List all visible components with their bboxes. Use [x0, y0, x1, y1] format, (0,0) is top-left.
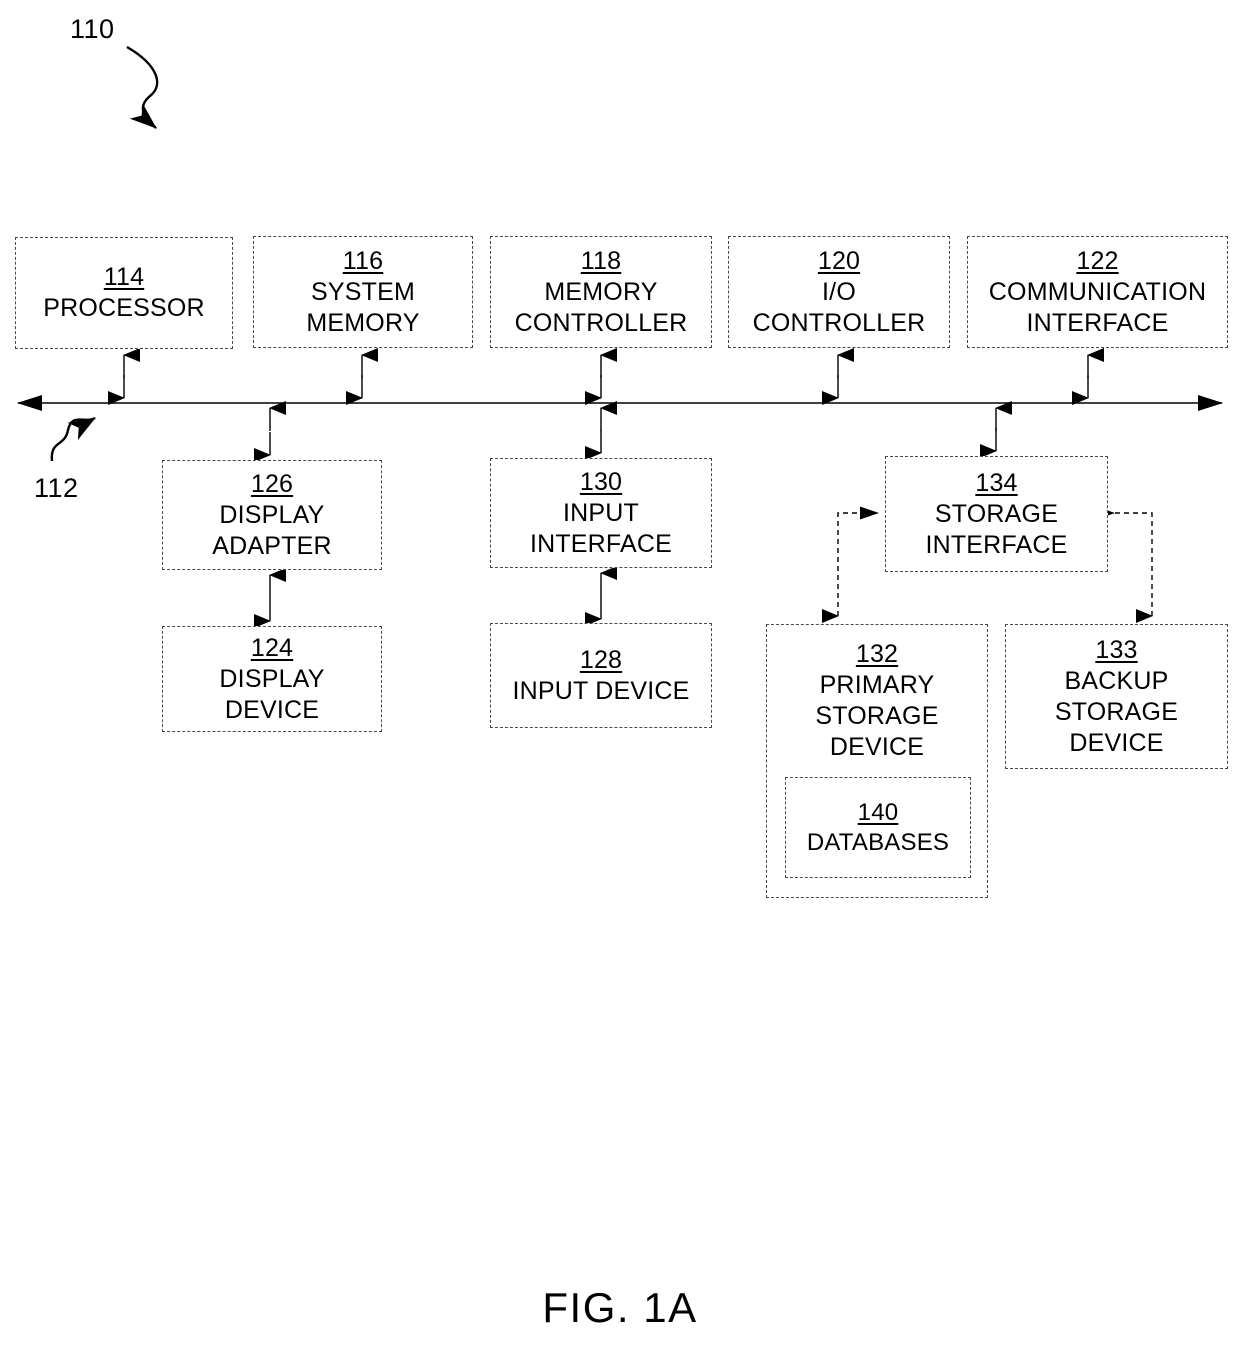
block-ref-126: 126 — [250, 469, 294, 498]
block-label-backup-storage-device: BACKUP STORAGE DEVICE — [1054, 666, 1179, 757]
block-ref-134: 134 — [975, 468, 1018, 497]
lead-line-112 — [50, 416, 96, 462]
block-label-display-adapter: DISPLAY ADAPTER — [212, 500, 332, 560]
block-storage-interface[interactable]: 134 STORAGE INTERFACE — [885, 456, 1108, 572]
block-ref-114: 114 — [103, 263, 145, 291]
block-backup-storage-device[interactable]: 133 BACKUP STORAGE DEVICE — [1005, 624, 1228, 769]
reference-tag-112: 112 — [34, 473, 79, 503]
patent-figure-1a: 110 112 114 PROCESSOR 116 SYSTEM MEMORY … — [0, 0, 1240, 1353]
block-ref-118: 118 — [580, 246, 622, 275]
block-communication-interface[interactable]: 122 COMMUNICATION INTERFACE — [967, 236, 1228, 348]
block-ref-122: 122 — [1076, 246, 1119, 275]
block-label-display-device: DISPLAY DEVICE — [219, 664, 325, 724]
block-ref-140: 140 — [857, 798, 899, 826]
block-display-device[interactable]: 124 DISPLAY DEVICE — [162, 626, 382, 732]
block-label-input-interface: INPUT INTERFACE — [529, 498, 673, 558]
block-ref-130: 130 — [579, 467, 623, 496]
block-ref-132: 132 — [855, 640, 899, 668]
block-input-interface[interactable]: 130 INPUT INTERFACE — [490, 458, 712, 568]
block-ref-120: 120 — [817, 246, 861, 275]
block-system-memory[interactable]: 116 SYSTEM MEMORY — [253, 236, 473, 348]
block-memory-controller[interactable]: 118 MEMORY CONTROLLER — [490, 236, 712, 348]
reference-tag-110: 110 — [70, 14, 115, 44]
block-label-io-controller: I/O CONTROLLER — [752, 277, 926, 337]
block-input-device[interactable]: 128 INPUT DEVICE — [490, 623, 712, 728]
block-databases[interactable]: 140 DATABASES — [785, 777, 971, 878]
block-label-processor: PROCESSOR — [43, 294, 205, 322]
block-label-memory-controller: MEMORY CONTROLLER — [514, 277, 688, 337]
block-io-controller[interactable]: 120 I/O CONTROLLER — [728, 236, 950, 348]
block-label-databases: DATABASES — [806, 828, 950, 856]
block-label-input-device: INPUT DEVICE — [512, 676, 690, 705]
block-ref-128: 128 — [579, 645, 623, 674]
block-label-storage-interface: STORAGE INTERFACE — [925, 499, 1068, 559]
block-display-adapter[interactable]: 126 DISPLAY ADAPTER — [162, 460, 382, 570]
connector-primary-storage-to-storage-interface — [822, 506, 879, 623]
block-processor[interactable]: 114 PROCESSOR — [15, 237, 233, 349]
block-ref-133: 133 — [1095, 635, 1138, 664]
block-label-communication-interface: COMMUNICATION INTERFACE — [988, 277, 1207, 337]
connector-backup-storage-to-storage-interface — [1096, 506, 1153, 623]
block-ref-124: 124 — [250, 633, 294, 662]
block-label-primary-storage-device: PRIMARY STORAGE DEVICE — [815, 671, 939, 761]
block-label-system-memory: SYSTEM MEMORY — [306, 277, 420, 337]
lead-line-110 — [126, 45, 159, 129]
figure-caption: FIG. 1A — [542, 1284, 698, 1331]
block-ref-116: 116 — [342, 246, 384, 275]
